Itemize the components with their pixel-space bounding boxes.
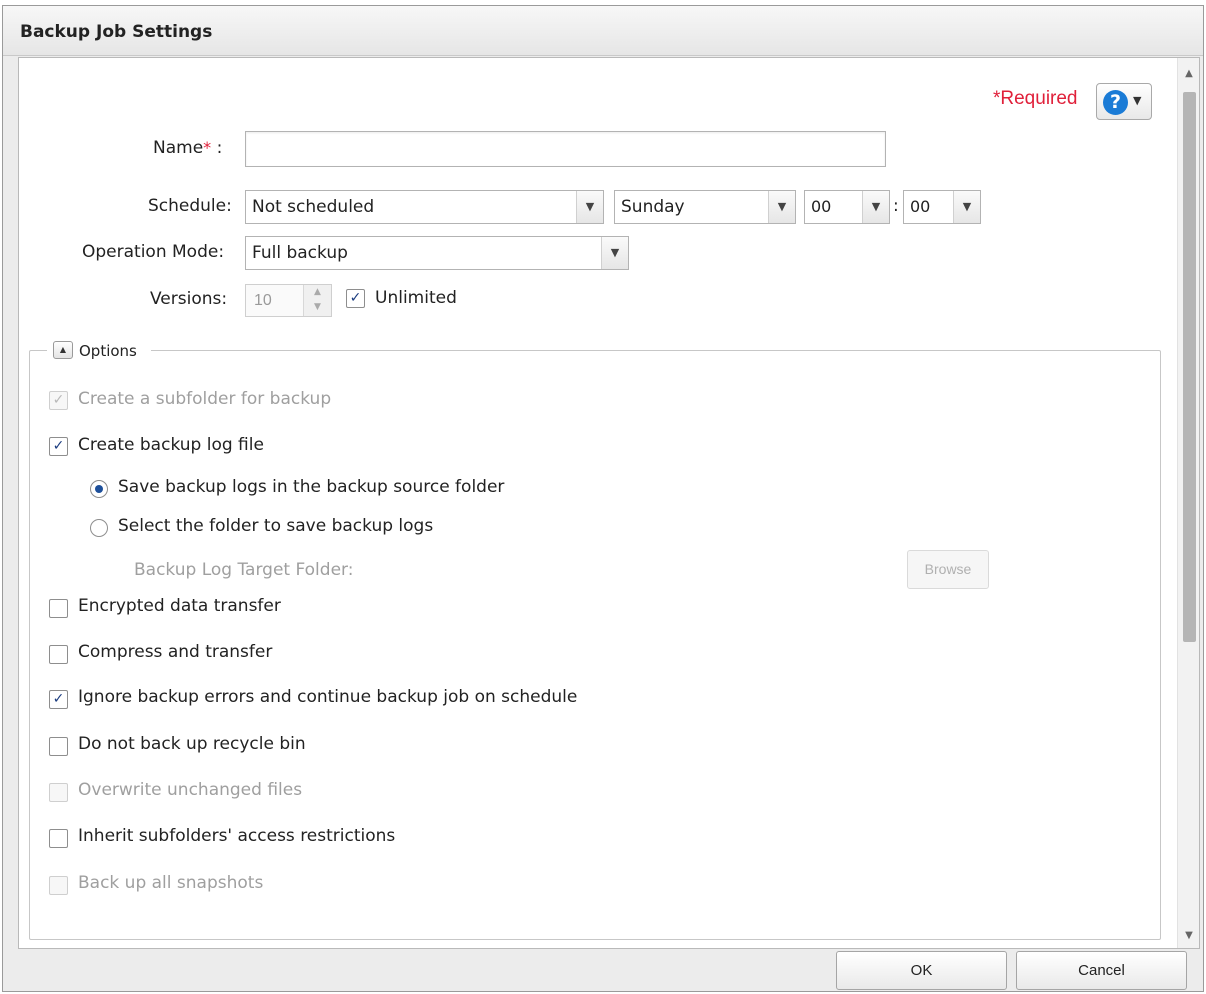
time-separator: : <box>893 196 899 216</box>
encrypted-transfer-label: Encrypted data transfer <box>78 596 281 616</box>
backup-snapshots-checkbox[interactable] <box>49 876 68 895</box>
minute-value: 00 <box>910 197 931 216</box>
options-legend-label: Options <box>79 342 137 360</box>
schedule-select[interactable]: Not scheduled ▼ <box>245 190 604 224</box>
vertical-scrollbar[interactable]: ▲ ▼ <box>1177 58 1199 948</box>
options-legend: ▲ Options <box>47 338 151 364</box>
compress-transfer-checkbox[interactable] <box>49 645 68 664</box>
operation-mode-select[interactable]: Full backup ▼ <box>245 236 629 270</box>
inherit-restrictions-label: Inherit subfolders' access restrictions <box>78 826 396 846</box>
overwrite-unchanged-checkbox[interactable] <box>49 783 68 802</box>
name-label: Name* : <box>153 138 222 158</box>
overwrite-unchanged-label: Overwrite unchanged files <box>78 780 303 800</box>
dialog-title: Backup Job Settings <box>20 22 213 42</box>
save-log-source-label: Save backup logs in the backup source fo… <box>118 477 505 497</box>
encrypted-transfer-checkbox[interactable] <box>49 599 68 618</box>
ok-button[interactable]: OK <box>836 951 1007 990</box>
chevron-down-icon: ▼ <box>1133 94 1142 107</box>
hour-value: 00 <box>811 197 832 216</box>
unlimited-label: Unlimited <box>375 288 457 308</box>
chevron-down-icon: ▼ <box>576 191 603 223</box>
minute-select[interactable]: 00 ▼ <box>903 190 981 224</box>
versions-value: 10 <box>254 292 272 309</box>
chevron-down-icon: ▼ <box>601 237 628 269</box>
scrollbar-thumb[interactable] <box>1183 92 1196 642</box>
ignore-errors-label: Ignore backup errors and continue backup… <box>78 687 578 707</box>
chevron-down-icon: ▼ <box>862 191 889 223</box>
select-log-folder-radio[interactable] <box>90 519 108 537</box>
cancel-button[interactable]: Cancel <box>1016 951 1187 990</box>
skip-recycle-bin-checkbox[interactable] <box>49 737 68 756</box>
name-label-text: Name <box>153 138 204 158</box>
scroll-up-arrow-icon[interactable]: ▲ <box>1178 62 1199 86</box>
create-subfolder-checkbox[interactable]: ✓ <box>49 391 68 410</box>
schedule-label: Schedule: <box>148 196 232 216</box>
create-subfolder-label: Create a subfolder for backup <box>78 389 332 409</box>
versions-label: Versions: <box>150 289 228 309</box>
dialog-content: *Required ? ▼ Name* : Schedule: Not sche… <box>18 57 1200 949</box>
help-button[interactable]: ? ▼ <box>1096 83 1152 120</box>
name-input[interactable] <box>245 131 886 167</box>
scroll-down-arrow-icon[interactable]: ▼ <box>1178 924 1199 948</box>
required-legend: *Required <box>993 88 1078 109</box>
create-log-file-label: Create backup log file <box>78 435 264 455</box>
skip-recycle-bin-label: Do not back up recycle bin <box>78 734 306 754</box>
chevron-down-icon: ▼ <box>768 191 795 223</box>
stepper-arrows-icon[interactable]: ▲ ▼ <box>303 285 331 316</box>
backup-job-settings-dialog: Backup Job Settings *Required ? ▼ Name* … <box>2 5 1204 992</box>
backup-snapshots-label: Back up all snapshots <box>78 873 264 893</box>
dialog-titlebar[interactable]: Backup Job Settings <box>3 6 1203 56</box>
question-circle-icon: ? <box>1103 90 1128 115</box>
name-label-colon: : <box>216 138 223 158</box>
inherit-restrictions-checkbox[interactable] <box>49 829 68 848</box>
compress-transfer-label: Compress and transfer <box>78 642 273 662</box>
create-log-file-checkbox[interactable]: ✓ <box>49 437 68 456</box>
log-target-folder-label: Backup Log Target Folder: <box>134 560 354 580</box>
operation-mode-label: Operation Mode: <box>82 242 225 262</box>
chevron-down-icon: ▼ <box>953 191 980 223</box>
operation-mode-value: Full backup <box>252 243 348 263</box>
day-select[interactable]: Sunday ▼ <box>614 190 796 224</box>
browse-button[interactable]: Browse <box>907 550 989 589</box>
ignore-errors-checkbox[interactable]: ✓ <box>49 690 68 709</box>
collapse-options-button[interactable]: ▲ <box>53 341 73 359</box>
versions-stepper[interactable]: 10 ▲ ▼ <box>245 284 332 317</box>
save-log-source-radio[interactable] <box>90 480 108 498</box>
select-log-folder-label: Select the folder to save backup logs <box>118 516 434 536</box>
schedule-value: Not scheduled <box>252 197 375 217</box>
required-star: * <box>203 138 212 157</box>
day-value: Sunday <box>621 197 685 217</box>
hour-select[interactable]: 00 ▼ <box>804 190 890 224</box>
unlimited-checkbox[interactable]: ✓ <box>346 289 365 308</box>
